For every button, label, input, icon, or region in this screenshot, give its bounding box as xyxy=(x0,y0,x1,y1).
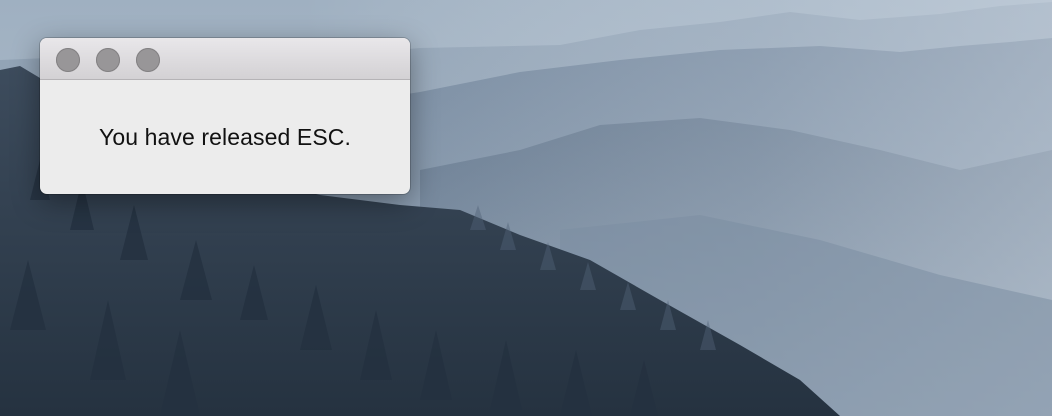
desktop: You have released ESC. xyxy=(0,0,1052,416)
status-message: You have released ESC. xyxy=(99,124,351,150)
minimize-button[interactable] xyxy=(96,48,120,72)
app-window: You have released ESC. xyxy=(40,38,410,194)
window-content: You have released ESC. xyxy=(40,80,410,194)
zoom-button[interactable] xyxy=(136,48,160,72)
window-titlebar[interactable] xyxy=(40,38,410,80)
close-button[interactable] xyxy=(56,48,80,72)
